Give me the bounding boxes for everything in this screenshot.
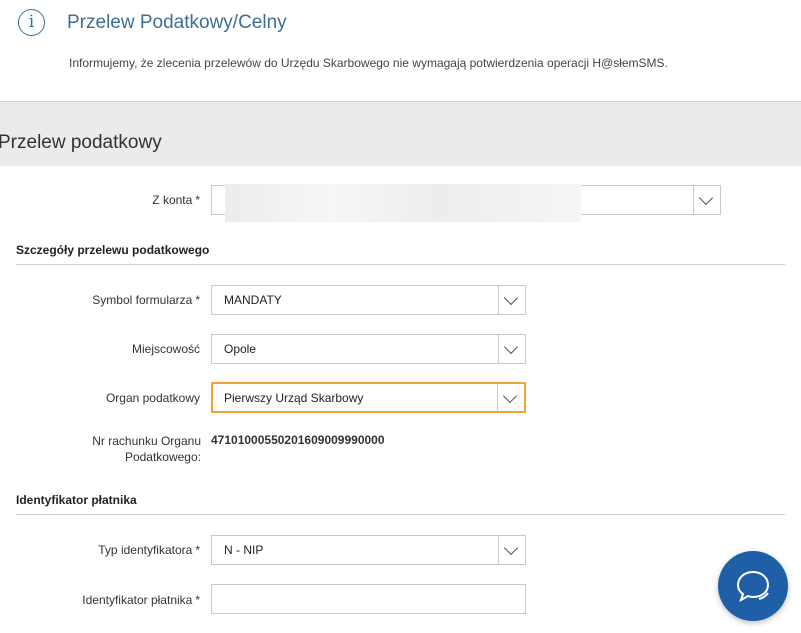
page-title: Przelew Podatkowy/Celny: [67, 12, 287, 33]
tax-office-dropdown-button[interactable]: [497, 384, 524, 411]
info-icon: i: [18, 9, 45, 36]
payer-id-input[interactable]: [211, 584, 526, 614]
city-select[interactable]: Opole: [211, 334, 526, 364]
tax-office-select[interactable]: Pierwszy Urząd Skarbowy: [211, 382, 526, 413]
chevron-down-icon: [503, 339, 519, 355]
id-type-label: Typ identyfikatora *: [98, 543, 200, 557]
section-transfer-details: Szczegóły przelewu podatkowego: [16, 243, 210, 257]
form-title: Przelew podatkowy: [0, 132, 162, 153]
tax-office-label: Organ podatkowy: [105, 391, 200, 405]
from-account-dropdown-button[interactable]: [693, 186, 720, 214]
divider: [16, 514, 785, 515]
chevron-down-icon: [503, 290, 519, 306]
section-payer-id: Identyfikator płatnika: [16, 493, 137, 507]
chat-button[interactable]: [718, 551, 788, 621]
from-account-label: Z konta *: [152, 193, 200, 207]
symbol-label: Symbol formularza *: [92, 293, 200, 307]
city-label: Miejscowość: [131, 342, 200, 356]
notice-text: Informujemy, że zlecenia przelewów do Ur…: [69, 56, 668, 70]
city-dropdown-button[interactable]: [498, 335, 525, 363]
divider: [16, 264, 785, 265]
masked-account-value: [225, 184, 581, 222]
chevron-down-icon: [503, 540, 519, 556]
symbol-dropdown-button[interactable]: [498, 286, 525, 314]
form-header-band: Przelew podatkowy: [0, 101, 801, 166]
chevron-down-icon: [698, 190, 714, 206]
id-type-select[interactable]: N - NIP: [211, 535, 526, 565]
chat-icon: [736, 570, 770, 603]
chevron-down-icon: [502, 388, 518, 404]
payer-id-label: Identyfikator płatnika *: [82, 593, 200, 607]
account-number-value: 47101000550201609009990000: [211, 433, 385, 447]
account-number-label: Nr rachunku Organu Podatkowego:: [92, 434, 201, 464]
symbol-select[interactable]: MANDATY: [211, 285, 526, 315]
id-type-dropdown-button[interactable]: [498, 536, 525, 564]
